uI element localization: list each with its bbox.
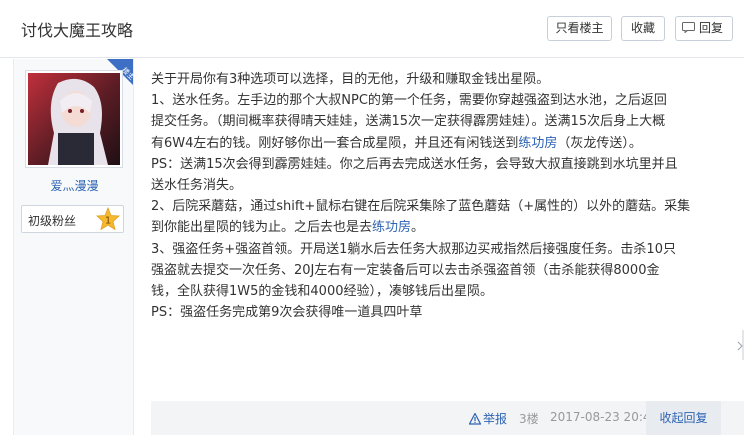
post-line: 钱，全队获得1W5的金钱和4000经验），凑够钱后出星陨。 [151, 284, 493, 300]
warning-icon [469, 413, 481, 425]
post-line: 1、送水任务。左手边的那个大叔NPC的第一个任务，需要你穿越强盗到达水池，之后返… [151, 93, 667, 109]
post-line: 强盗就去提交一次任务、20J左右有一定装备后可以去击杀强盗首领（击杀能获得800… [151, 262, 660, 278]
post-line: 2、后院采蘑菇，通过shift+鼠标右键在后院采集除了蓝色蘑菇（+属性的）以外的… [151, 199, 691, 215]
training-room-link[interactable]: 练功房 [518, 136, 557, 151]
favorite-button[interactable]: 收藏 [621, 16, 665, 41]
level-star-icon: 1 [96, 207, 120, 231]
post-timestamp: 2017-08-23 20:47 [550, 410, 659, 424]
post-title: 讨伐大魔王攻略 [21, 21, 134, 40]
post-body: 楼主 爱灬漫漫 初级粉丝 1 关于开局你有3种选项可以选择，目的无他，升级和赚取… [0, 59, 744, 435]
level-label: 初级粉丝 [28, 214, 77, 228]
avatar[interactable] [25, 70, 123, 168]
level-number: 1 [105, 216, 111, 227]
post-footer: 举报 3楼 2017-08-23 20:47 收起回复 [151, 401, 744, 435]
post-line: 关于开局你有3种选项可以选择，目的无他，升级和赚取金钱出星陨。 [151, 72, 550, 87]
only-author-button[interactable]: 只看楼主 [547, 16, 612, 41]
training-room-link[interactable]: 练功房 [372, 220, 411, 235]
reply-icon [682, 22, 695, 33]
avatar-image [28, 73, 120, 165]
post-line: 3、强盗任务+强盗首领。开局送1躺水后去任务大叔那边买戒指然后接强度任务。击杀1… [151, 241, 676, 257]
report-link[interactable]: 举报 [469, 410, 507, 427]
author-panel: 楼主 爱灬漫漫 初级粉丝 1 [13, 59, 134, 435]
author-username[interactable]: 爱灬漫漫 [14, 177, 133, 194]
post-line: PS：送满15次会得到霹雳娃娃。你之后再去完成送水任务，会导致大叔直接跳到水坑里… [151, 156, 678, 172]
report-label: 举报 [483, 412, 508, 426]
post-header: 讨伐大魔王攻略 只看楼主 收藏 回复 [0, 0, 744, 58]
post-line: 有6W4左右的钱。刚好够你出一套合成星陨，并且还有闲钱送到练功房（灰龙传送）。 [151, 135, 642, 151]
post-content: 关于开局你有3种选项可以选择，目的无他，升级和赚取金钱出星陨。 1、送水任务。左… [151, 69, 731, 323]
post-line: 到你能出星陨的钱为止。之后去也是去练功房。 [151, 220, 425, 236]
floor-number: 3楼 [519, 412, 539, 426]
reply-label: 回复 [698, 21, 723, 35]
collapse-replies-button[interactable]: 收起回复 [646, 401, 721, 435]
post-line: 提交任务。（期间概率获得晴天娃娃，送满15次一定获得霹雳娃娃）。送满15次后身上… [151, 114, 666, 130]
side-panel-edge-icon [737, 330, 744, 360]
post-line: 送水任务消失。 [151, 178, 243, 194]
level-badge[interactable]: 初级粉丝 1 [21, 205, 124, 233]
reply-button[interactable]: 回复 [675, 16, 733, 41]
post-line: PS：强盗任务完成第9次会获得唯一道具四叶草 [151, 305, 423, 321]
